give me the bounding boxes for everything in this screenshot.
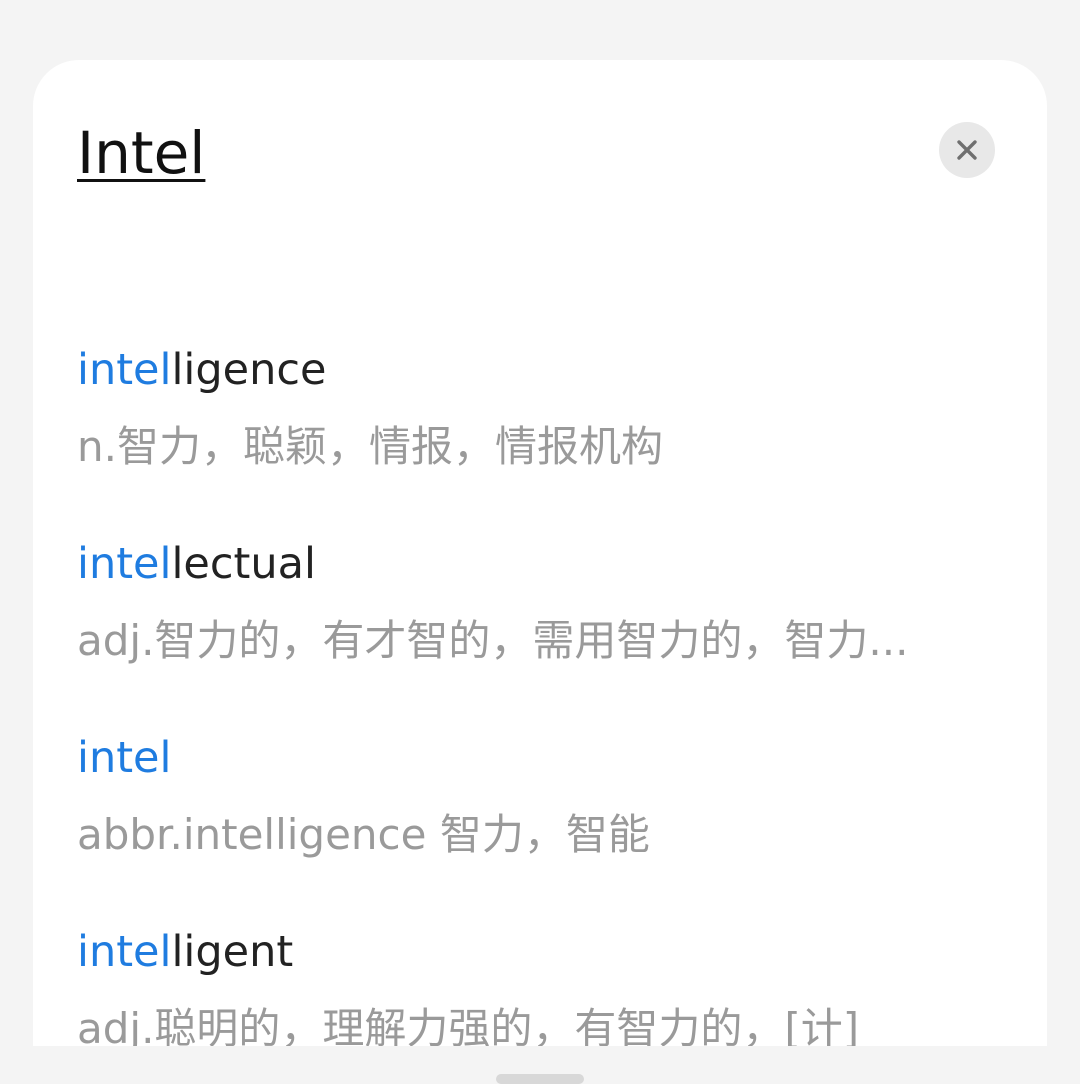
suggestion-item-intel[interactable]: intel abbr.intelligence 智力，智能 [77,728,1007,922]
suggestion-definition: abbr.intelligence 智力，智能 [77,810,650,859]
suggestion-word: intelligence [77,340,1007,408]
suggestion-list: intelligence n.智力，聪颖，情报，情报机构 intellectua… [77,340,1007,1046]
word-remainder: ligence [171,345,327,395]
suggestion-word: intelligent [77,922,1007,990]
close-button[interactable] [939,122,995,178]
close-icon [957,140,977,160]
word-match-highlight: intel [77,345,172,395]
word-remainder: ligent [171,927,294,977]
word-match-highlight: intel [77,927,172,977]
suggestion-definition: n.智力，聪颖，情报，情报机构 [77,422,663,471]
search-query-title: Intel [77,119,206,187]
word-match-highlight: intel [77,539,172,589]
home-indicator[interactable] [496,1074,584,1084]
suggestion-word: intel [77,728,1007,796]
suggestion-item-intellectual[interactable]: intellectual adj.智力的，有才智的，需用智力的，智力... [77,534,1007,728]
suggestion-definition: adj.聪明的，理解力强的，有智力的，[计] [77,1004,860,1046]
suggestion-word: intellectual [77,534,1007,602]
suggestion-item-intelligent[interactable]: intelligent adj.聪明的，理解力强的，有智力的，[计] [77,922,1007,1046]
suggestion-definition: adj.智力的，有才智的，需用智力的，智力... [77,616,909,665]
word-match-highlight: intel [77,733,172,783]
suggestion-item-intelligence[interactable]: intelligence n.智力，聪颖，情报，情报机构 [77,340,1007,534]
dictionary-suggestion-sheet: Intel intelligence n.智力，聪颖，情报，情报机构 intel… [33,60,1047,1046]
word-remainder: lectual [171,539,316,589]
